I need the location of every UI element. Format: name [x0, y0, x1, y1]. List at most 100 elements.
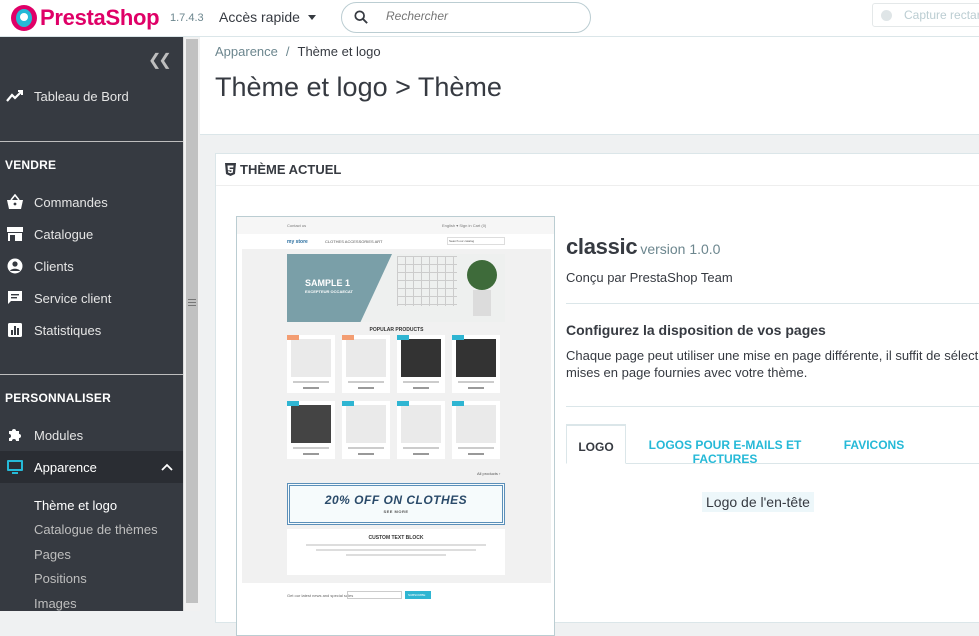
current-theme-panel: THÈME ACTUEL Contact us English ▾ Sign i…: [215, 153, 979, 636]
preview-store-name: my store: [287, 239, 308, 245]
preview-product-price: [468, 453, 484, 455]
preview-all-products: All products ›: [477, 471, 501, 476]
preview-product-price: [303, 453, 319, 455]
preview-product-image: [401, 339, 441, 377]
preview-banner-plant: [467, 260, 497, 290]
preview-nav: my store CLOTHES ACCESSORIES ART Search …: [237, 234, 554, 249]
sidebar-item-appearance[interactable]: Apparence: [0, 451, 183, 483]
panel-heading-label: THÈME ACTUEL: [240, 162, 342, 177]
sidebar-item-label: Clients: [34, 258, 74, 274]
section-title-sell: VENDRE: [5, 158, 57, 172]
preview-product-price: [358, 453, 374, 455]
sidebar-item-customers[interactable]: Clients: [0, 251, 183, 281]
preview-product-price: [468, 387, 484, 389]
preview-custom-text-line: [316, 549, 476, 551]
search-box[interactable]: [341, 2, 591, 33]
chevron-up-icon: [161, 463, 173, 471]
preview-newsletter-label: Get our latest news and special sales: [287, 593, 354, 598]
tab-logo[interactable]: LOGO: [566, 424, 626, 464]
tab-email-invoice-logos[interactable]: LOGOS POUR E-MAILS ET FACTURES: [630, 424, 820, 466]
preview-product-title: [458, 447, 494, 449]
preview-subscribe-label: SUBSCRIBE: [408, 593, 426, 597]
preview-product-title: [458, 381, 494, 383]
submenu-theme-logo[interactable]: Thème et logo: [34, 498, 117, 513]
preview-newsletter: Get our latest news and special sales SU…: [287, 591, 487, 601]
preview-product-title: [403, 447, 439, 449]
submenu-theme-catalog[interactable]: Catalogue de thèmes: [34, 522, 158, 537]
preview-product: [397, 335, 445, 393]
preview-product-title: [293, 447, 329, 449]
preview-product-image: [346, 339, 386, 377]
sidebar-item-orders[interactable]: Commandes: [0, 187, 183, 217]
divider: [566, 303, 979, 304]
preview-product-badge: [397, 401, 409, 406]
preview-product: [287, 335, 335, 393]
scrollbar-thumb[interactable]: [186, 39, 198, 603]
caret-down-icon: [307, 14, 316, 20]
preview-product-image: [456, 405, 496, 443]
sidebar-item-label: Modules: [34, 427, 84, 443]
shopping-basket-icon: [6, 193, 24, 211]
preview-product: [342, 335, 390, 393]
page-title: Thème et logo > Thème: [215, 72, 502, 102]
submenu-positions[interactable]: Positions: [34, 571, 87, 586]
sidebar-item-label: Service client: [34, 290, 112, 306]
breadcrumb-separator: /: [285, 44, 290, 59]
chat-icon: [6, 289, 24, 307]
sidebar-scrollbar[interactable]: [183, 37, 200, 611]
breadcrumb-current: Thème et logo: [297, 44, 381, 59]
divider: [566, 406, 979, 407]
layout-config-description: Chaque page peut utiliser une mise en pa…: [566, 347, 979, 381]
sidebar-item-stats[interactable]: Statistiques: [0, 315, 183, 345]
sidebar: ❮❮ Tableau de Bord VENDRE Commandes Cata…: [0, 37, 183, 611]
quick-access-label: Accès rapide: [219, 9, 300, 25]
html5-icon: [225, 163, 236, 176]
sidebar-item-dashboard[interactable]: Tableau de Bord: [0, 81, 183, 111]
breadcrumb-parent[interactable]: Apparence: [215, 44, 278, 59]
preview-product-image: [291, 339, 331, 377]
sidebar-item-catalog[interactable]: Catalogue: [0, 219, 183, 249]
preview-contact: Contact us: [287, 223, 307, 228]
preview-product-badge: [342, 335, 354, 340]
preview-banner-blue-panel: [287, 254, 392, 322]
sidebar-item-label: Statistiques: [34, 322, 102, 338]
preview-product-title: [293, 381, 329, 383]
collapse-sidebar-icon[interactable]: ❮❮: [148, 50, 172, 70]
quick-access-dropdown[interactable]: Accès rapide: [219, 9, 316, 25]
preview-product: [287, 401, 335, 459]
preview-product-price: [358, 387, 374, 389]
search-icon[interactable]: [354, 10, 368, 24]
theme-name: classic version 1.0.0: [566, 234, 720, 260]
preview-custom-text-line: [306, 544, 486, 546]
preview-banner-title: SAMPLE 1: [305, 278, 351, 288]
preview-popular-title: POPULAR PRODUCTS: [369, 327, 424, 333]
preview-product-title: [403, 381, 439, 383]
capture-icon: [881, 10, 892, 21]
prestashop-logo[interactable]: PrestaShop: [11, 5, 160, 31]
grip-icon: [188, 299, 196, 300]
preview-offer-banner: 20% OFF ON CLOTHES SEE MORE: [287, 483, 505, 525]
preview-product-badge: [452, 401, 464, 406]
preview-newsletter-input: [347, 591, 402, 599]
preview-product: [342, 401, 390, 459]
version-label: 1.7.4.3: [170, 12, 204, 24]
sidebar-item-label: Tableau de Bord: [34, 88, 129, 104]
preview-product-title: [348, 447, 384, 449]
preview-banner-pot: [473, 290, 491, 316]
capture-button[interactable]: Capture rectar: [872, 3, 979, 27]
preview-custom-title: CUSTOM TEXT BLOCK: [368, 535, 424, 541]
tab-favicons[interactable]: FAVICONS: [834, 424, 914, 464]
preview-product: [397, 401, 445, 459]
sidebar-item-modules[interactable]: Modules: [0, 420, 183, 450]
layout-config-title[interactable]: Configurez la disposition de vos pages: [566, 322, 826, 338]
theme-author: Conçu par PrestaShop Team: [566, 270, 733, 285]
preview-menu: CLOTHES ACCESSORIES ART: [325, 239, 383, 244]
trending-up-icon: [6, 87, 24, 105]
sidebar-item-label: Commandes: [34, 194, 108, 210]
store-icon: [6, 225, 24, 243]
preview-subscribe-button: SUBSCRIBE: [405, 591, 431, 599]
search-input[interactable]: [386, 9, 576, 23]
submenu-images[interactable]: Images: [34, 596, 77, 611]
submenu-pages[interactable]: Pages: [34, 547, 71, 562]
sidebar-item-customer-service[interactable]: Service client: [0, 283, 183, 313]
